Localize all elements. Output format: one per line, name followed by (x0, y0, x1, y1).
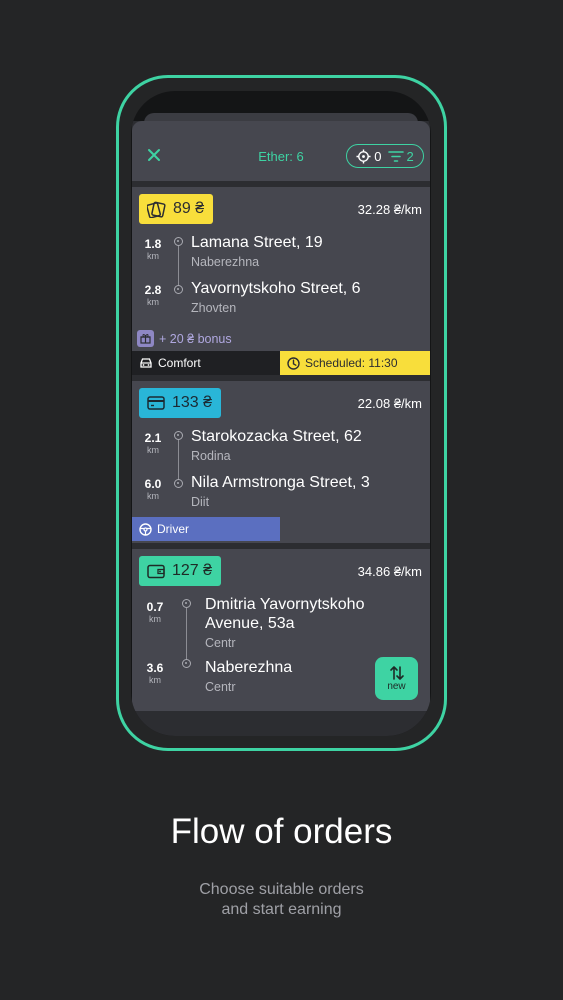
pickup-district: Centr (205, 636, 236, 650)
card-icon (147, 396, 165, 410)
order-price: 127 ₴ (172, 562, 213, 579)
sort-filter[interactable]: 2 (387, 148, 414, 164)
price-per-km: 32.28 ₴/km (357, 202, 422, 217)
dropoff-street: Nila Armstronga Street, 3 (191, 474, 370, 491)
price-badge: 127 ₴ (139, 556, 222, 586)
new-label: new (387, 681, 406, 692)
dropoff-dot (174, 285, 183, 294)
dropoff-district: Diit (191, 495, 210, 509)
promo-subtitle: Choose suitable orders and start earning (199, 881, 364, 918)
crosshair-icon (356, 148, 371, 164)
price-badge: 89 ₴ (139, 194, 214, 224)
filter-lines-icon (387, 150, 404, 162)
pickup-street: Dmitria Yavornytskoho Avenue, 53a (205, 596, 365, 632)
order-card-1[interactable]: 89 ₴ 32.28 ₴/km 1.8 km Lamana Street, 19… (132, 187, 430, 375)
class-tag: Driver (132, 517, 280, 541)
bonus-info: + 20 ₴ bonus (137, 330, 232, 347)
pickup-dot (174, 237, 183, 246)
dropoff-dot (174, 479, 183, 488)
price-per-km: 22.08 ₴/km (357, 396, 422, 411)
orders-sheet: Ether: 6 0 2 89 ₴ 32.28 ₴/km 1.8 km Lama… (132, 113, 430, 736)
class-tag: Comfort (132, 351, 280, 375)
dropoff-distance: 6.0 km (144, 477, 162, 502)
dropoff-district: Centr (205, 680, 236, 694)
order-tags: Comfort Scheduled: 11:30 (132, 351, 430, 375)
cash-icon (147, 201, 166, 218)
location-count: 0 (374, 148, 382, 164)
dropoff-district: Zhovten (191, 301, 237, 315)
pickup-dot (182, 599, 191, 608)
route-line (186, 608, 187, 666)
order-price: 133 ₴ (172, 394, 213, 411)
dropoff-distance: 3.6 km (146, 661, 164, 686)
new-order-button[interactable]: new (375, 657, 418, 700)
swap-arrows-icon (389, 666, 404, 680)
bonus-text: + 20 ₴ bonus (159, 331, 232, 346)
clock-icon (287, 356, 300, 370)
car-icon (140, 358, 152, 368)
dropoff-distance: 2.8 km (144, 283, 162, 308)
order-price: 89 ₴ (173, 200, 205, 217)
gift-icon (137, 330, 154, 347)
steering-wheel-icon (139, 522, 152, 536)
order-card-2[interactable]: 133 ₴ 22.08 ₴/km 2.1 km Starokozacka Str… (132, 381, 430, 543)
order-card-3[interactable]: 127 ₴ 34.86 ₴/km 0.7 km Dmitria Yavornyt… (132, 549, 430, 711)
pickup-district: Rodina (191, 449, 231, 463)
phone-screen: Ether: 6 0 2 89 ₴ 32.28 ₴/km 1.8 km Lama… (131, 91, 431, 736)
scheduled-tag: Scheduled: 11:30 (280, 351, 430, 375)
price-badge: 133 ₴ (139, 388, 222, 418)
filter-pill[interactable]: 0 2 (346, 144, 424, 168)
pickup-distance: 2.1 km (144, 431, 162, 456)
price-per-km: 34.86 ₴/km (357, 564, 422, 579)
pickup-district: Naberezhna (191, 255, 260, 269)
pickup-street: Lamana Street, 19 (191, 234, 323, 251)
pickup-street: Starokozacka Street, 62 (191, 428, 362, 445)
promo-title: Flow of orders (170, 812, 393, 851)
dropoff-street: Naberezhna (205, 659, 293, 676)
pickup-distance: 1.8 km (144, 237, 162, 262)
pickup-dot (174, 431, 183, 440)
dropoff-street: Yavornytskoho Street, 6 (191, 280, 361, 297)
order-tags: Driver (132, 517, 430, 541)
location-filter[interactable]: 0 (356, 148, 382, 164)
pickup-distance: 0.7 km (146, 600, 164, 625)
wallet-icon (147, 564, 165, 578)
dropoff-dot (182, 659, 191, 668)
orders-header: Ether: 6 0 2 (132, 121, 430, 181)
filter-count: 2 (406, 148, 414, 164)
